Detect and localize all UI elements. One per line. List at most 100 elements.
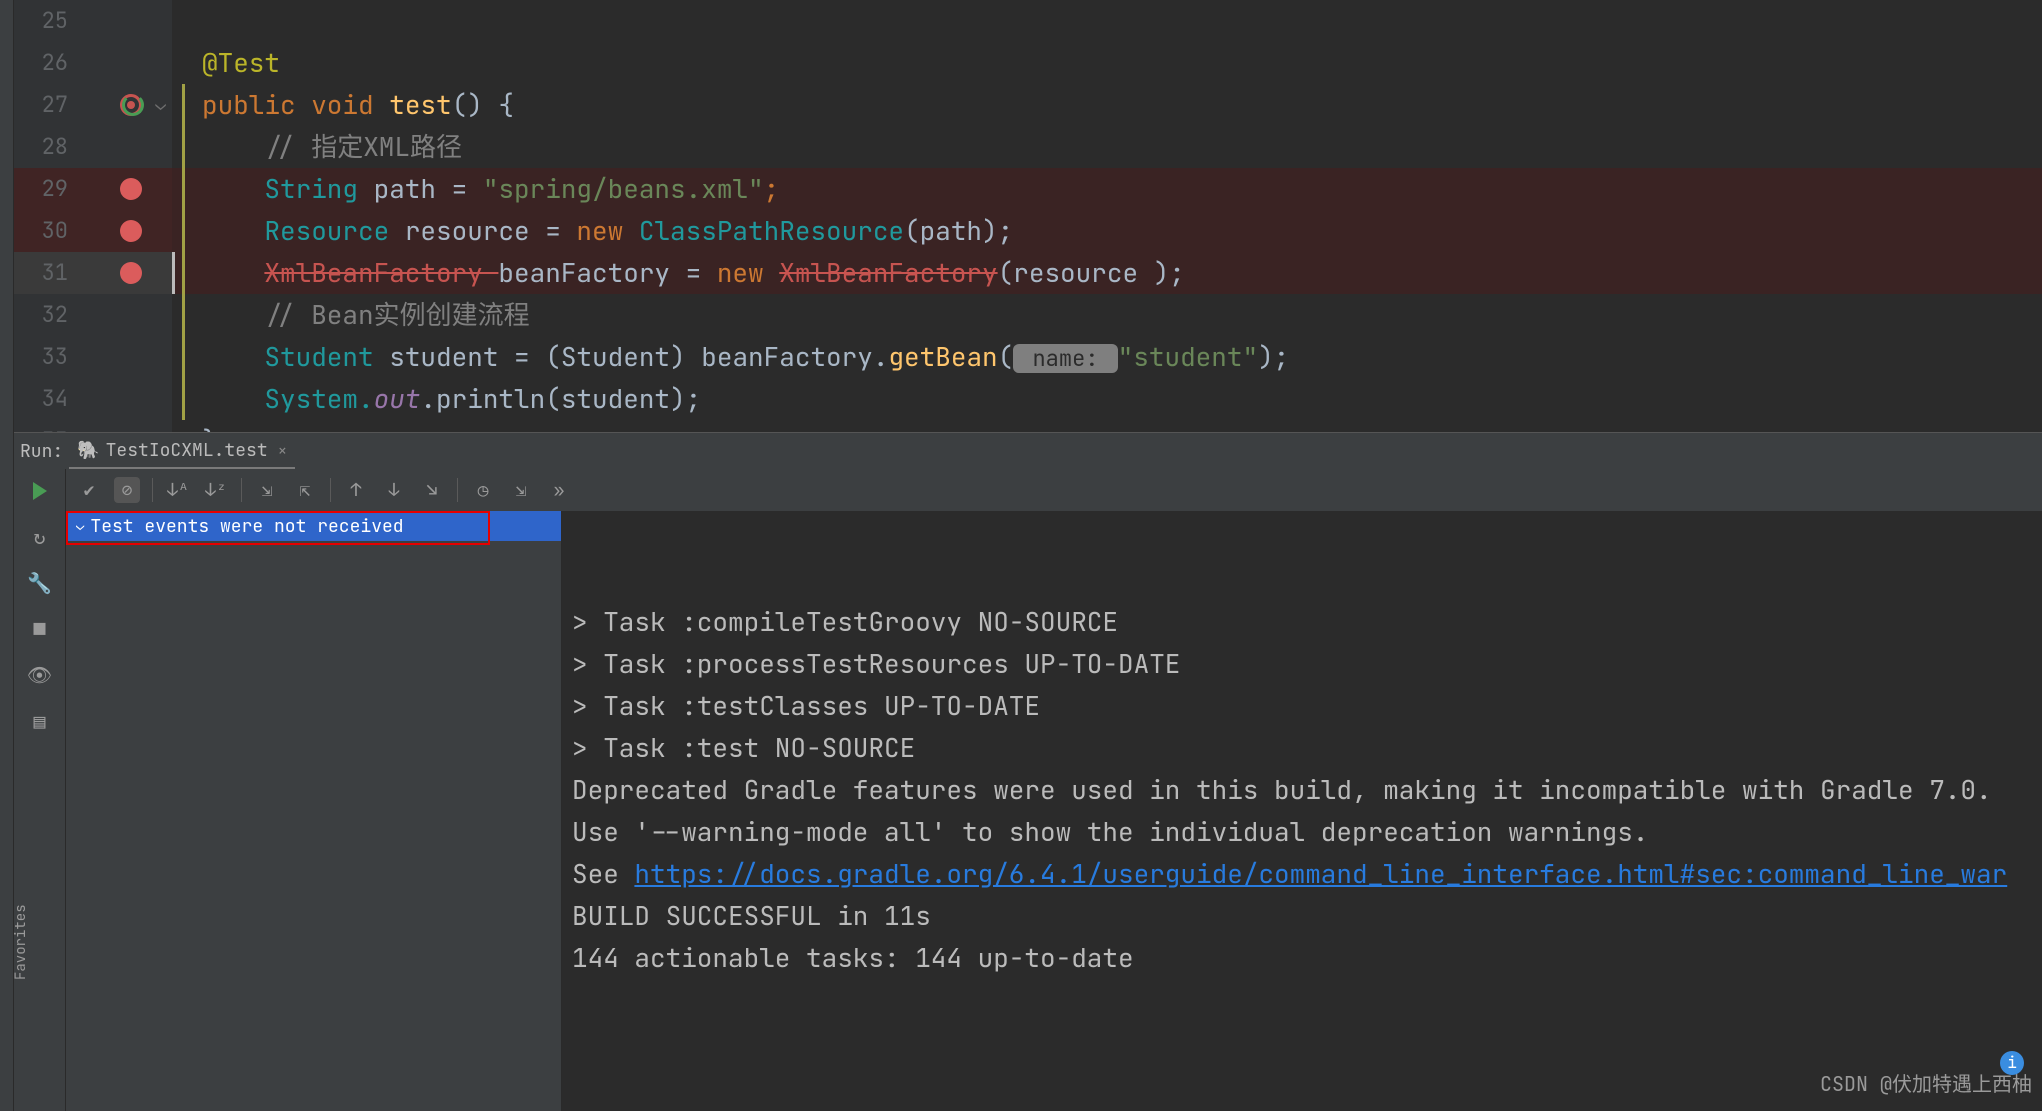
editor-gutter[interactable]: 252627⌄2829303132333435⌃363738⌄39	[14, 0, 172, 432]
prev-button[interactable]: ↑	[343, 477, 369, 503]
console-text: See	[572, 856, 634, 891]
code-token: // 指定XML路径	[202, 129, 462, 164]
code-token: "student"	[1118, 339, 1258, 374]
code-line[interactable]: }	[172, 420, 2042, 432]
code-token	[202, 255, 264, 290]
breakpoint-icon[interactable]	[120, 262, 142, 284]
line-number: 27	[14, 84, 68, 126]
breakpoint-icon[interactable]	[120, 220, 142, 242]
code-line[interactable]: // Bean实例创建流程	[172, 294, 2042, 336]
console-line: > Task :testClasses UP-TO-DATE	[572, 685, 2032, 727]
run-button[interactable]	[26, 477, 54, 505]
goto-button[interactable]: ↘	[419, 477, 445, 503]
code-token: =	[545, 213, 576, 248]
code-line[interactable]: Resource resource = new ClassPathResourc…	[172, 210, 2042, 252]
sort-desc-button[interactable]: ↓ᶻ	[203, 477, 229, 503]
code-token: =	[686, 255, 717, 290]
run-config-tab[interactable]: 🐘 TestIoCXML.test ×	[69, 433, 295, 469]
test-tree[interactable]: ⌄ Test events were not received	[66, 511, 562, 1111]
rerun-failed-button[interactable]: ↻	[26, 523, 54, 551]
stop-button[interactable]: ■	[26, 615, 54, 643]
line-number: 31	[14, 252, 68, 294]
line-number: 26	[14, 42, 68, 84]
collapse-all-button[interactable]: ⇱	[292, 477, 318, 503]
more-button[interactable]: »	[546, 477, 572, 503]
line-number: 25	[14, 0, 68, 42]
console-line: > Task :compileTestGroovy NO-SOURCE	[572, 601, 2032, 643]
console-line: 144 actionable tasks: 144 up-to-date	[572, 937, 2032, 979]
import-button[interactable]: ⇲	[508, 477, 534, 503]
change-marker	[182, 378, 185, 420]
settings-button[interactable]: 🔧	[26, 569, 54, 597]
code-line[interactable]	[172, 0, 2042, 42]
console-line: Use '--warning-mode all' to show the ind…	[572, 811, 2032, 853]
change-marker	[182, 336, 185, 378]
change-marker	[182, 252, 185, 294]
gutter-line[interactable]: 31	[14, 252, 172, 294]
run-tab-bar: Run: 🐘 TestIoCXML.test ×	[14, 433, 2042, 469]
code-token: System.	[264, 381, 373, 416]
divider	[457, 478, 458, 502]
favorites-tab[interactable]: Favorites	[12, 904, 30, 980]
code-token: new	[576, 213, 638, 248]
code-token: student	[389, 339, 514, 374]
code-token: .println(student);	[420, 381, 701, 416]
code-line[interactable]: @Test	[172, 42, 2042, 84]
test-tree-root[interactable]: ⌄ Test events were not received	[66, 511, 561, 541]
code-token: test	[389, 87, 451, 122]
watch-button[interactable]: 👁	[26, 661, 54, 689]
rerun-icon[interactable]	[122, 94, 144, 116]
code-token: @Test	[202, 45, 280, 80]
code-token: (resource );	[998, 255, 1185, 290]
console-line: See https://docs.gradle.org/6.4.1/usergu…	[572, 853, 2032, 895]
fold-end-icon[interactable]: ⌃	[155, 420, 166, 432]
line-number: 33	[14, 336, 68, 378]
code-line[interactable]: Student student = (Student) beanFactory.…	[172, 336, 2042, 378]
gutter-line[interactable]: 30	[14, 210, 172, 252]
code-token: // Bean实例创建流程	[202, 297, 530, 332]
gutter-line[interactable]: 27 ⌄	[14, 84, 172, 126]
code-line[interactable]: String path = "spring/beans.xml";	[172, 168, 2042, 210]
show-passed-button[interactable]: ✔	[76, 477, 102, 503]
expand-all-button[interactable]: ⇲	[254, 477, 280, 503]
divider	[241, 478, 242, 502]
tool-window-stripe[interactable]: Structure Favorites	[0, 0, 14, 1111]
code-area[interactable]: @Test public void test() { // 指定XML路径 Str…	[172, 0, 2042, 432]
change-marker	[182, 294, 185, 336]
code-token	[202, 339, 264, 374]
line-number: 34	[14, 378, 68, 420]
gutter-line[interactable]: 28	[14, 126, 172, 168]
code-token: (	[998, 339, 1014, 374]
change-marker	[182, 126, 185, 168]
fold-start-icon[interactable]: ⌄	[155, 84, 166, 126]
close-icon[interactable]: ×	[278, 440, 288, 461]
history-button[interactable]: ◷	[470, 477, 496, 503]
console-link[interactable]: https://docs.gradle.org/6.4.1/userguide/…	[634, 856, 2007, 891]
code-token: Resource	[264, 213, 404, 248]
watermark: CSDN @伏加特遇上西柚	[1820, 1063, 2032, 1105]
gutter-line[interactable]: 25	[14, 0, 172, 42]
change-marker	[182, 210, 185, 252]
next-button[interactable]: ↓	[381, 477, 407, 503]
gutter-line[interactable]: 32	[14, 294, 172, 336]
layout-button[interactable]: ▤	[26, 707, 54, 735]
code-token: ClassPathResource	[639, 213, 904, 248]
gutter-line[interactable]: 33	[14, 336, 172, 378]
show-ignored-button[interactable]: ⊘	[114, 477, 140, 503]
breakpoint-icon[interactable]	[120, 178, 142, 200]
code-line[interactable]: public void test() {	[172, 84, 2042, 126]
gutter-line[interactable]: 35⌃	[14, 420, 172, 432]
code-token: new	[717, 255, 779, 290]
code-line[interactable]: // 指定XML路径	[172, 126, 2042, 168]
line-number: 28	[14, 126, 68, 168]
gutter-line[interactable]: 26	[14, 42, 172, 84]
code-line[interactable]: System.out.println(student);	[172, 378, 2042, 420]
code-line[interactable]: XmlBeanFactory beanFactory = new XmlBean…	[172, 252, 2042, 294]
code-editor[interactable]: 252627⌄2829303132333435⌃363738⌄39 @Testp…	[14, 0, 2042, 432]
sort-asc-button[interactable]: ↓ᴬ	[165, 477, 191, 503]
console-output[interactable]: > Task :compileTestGroovy NO-SOURCE > Tas…	[562, 511, 2042, 1111]
code-token: (Student)	[545, 339, 701, 374]
line-number: 30	[14, 210, 68, 252]
gutter-line[interactable]: 34	[14, 378, 172, 420]
gutter-line[interactable]: 29	[14, 168, 172, 210]
